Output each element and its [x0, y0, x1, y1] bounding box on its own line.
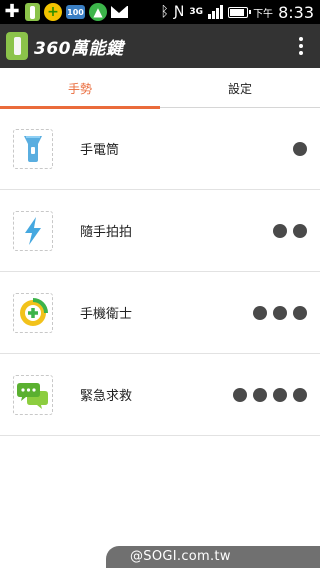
status-time: 8:33	[278, 2, 314, 22]
flashlight-app-icon	[25, 3, 40, 21]
nfc-icon: Ɲ	[173, 4, 185, 20]
gesture-dots	[233, 387, 307, 402]
list-item-flashlight[interactable]: 手電筒	[0, 108, 320, 190]
tab-gestures[interactable]: 手勢	[0, 68, 160, 109]
gesture-dots	[253, 305, 307, 320]
360-app-icon: +	[44, 3, 62, 21]
watermark: @SOGI.com.tw	[106, 546, 320, 568]
gesture-dots	[293, 141, 307, 156]
360-security-icon	[13, 292, 53, 333]
app-logo-icon	[6, 32, 28, 60]
network-type: 3G	[189, 6, 204, 17]
system-icons: ᛒ Ɲ 3G 下午 8:33	[161, 3, 320, 22]
list-item-label: 緊急求救	[80, 389, 133, 404]
mail-icon	[111, 6, 128, 18]
overflow-menu-button[interactable]	[286, 24, 316, 68]
list-item-label: 手電筒	[80, 143, 120, 158]
signal-icon	[208, 5, 224, 19]
tab-settings[interactable]: 設定	[160, 68, 320, 108]
flashlight-icon	[13, 128, 53, 169]
status-ampm: 下午	[253, 8, 274, 20]
app-bar: 360萬能鍵	[0, 24, 320, 68]
notification-icons: ✚ + 100 ▲	[0, 3, 128, 21]
chat-bubbles-icon	[13, 374, 53, 415]
bluetooth-icon: ᛒ	[160, 4, 169, 20]
list-item-emergency[interactable]: 緊急求救	[0, 354, 320, 436]
list-item-label: 隨手拍拍	[80, 225, 133, 240]
list-item-phone-guard[interactable]: 手機衛士	[0, 272, 320, 354]
add-icon: ✚	[4, 1, 20, 22]
app-100-icon: 100	[66, 5, 85, 19]
lightning-icon	[13, 210, 53, 251]
gesture-dots	[273, 223, 307, 238]
upload-arrow-icon: ▲	[89, 3, 107, 21]
app-title: 360萬能鍵	[34, 38, 124, 59]
gesture-list: 手電筒 隨手拍拍 手機衛士 緊急求救	[0, 108, 320, 436]
status-bar: ✚ + 100 ▲ ᛒ Ɲ 3G 下午 8:33	[0, 0, 320, 24]
battery-icon	[228, 6, 252, 18]
tab-bar: 手勢 設定	[0, 68, 320, 109]
list-item-label: 手機衛士	[80, 307, 133, 322]
list-item-shake-camera[interactable]: 隨手拍拍	[0, 190, 320, 272]
